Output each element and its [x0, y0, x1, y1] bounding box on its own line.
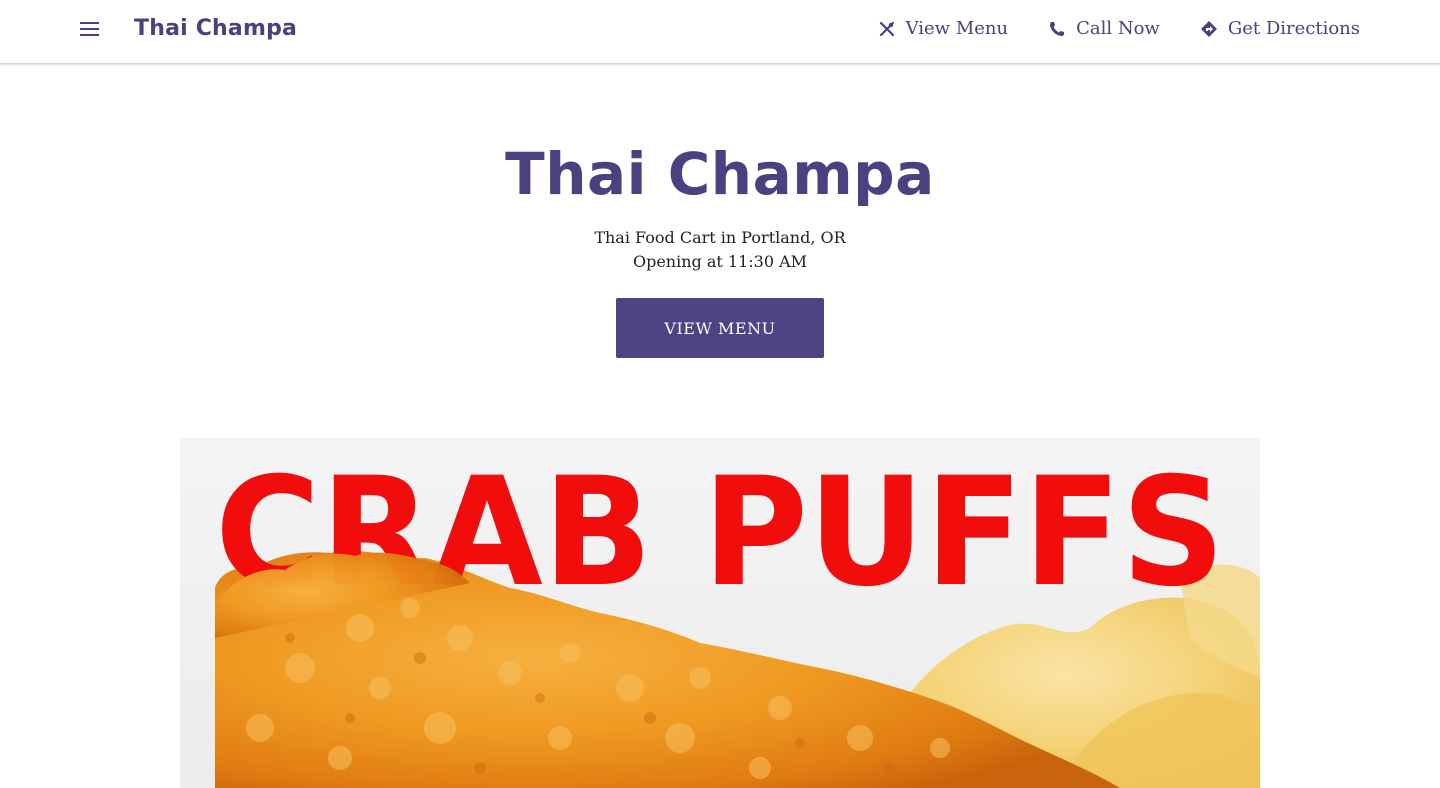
call-now-link[interactable]: Call Now [1048, 18, 1160, 39]
hero-subtitle: Thai Food Cart in Portland, OR [594, 228, 846, 247]
call-now-label: Call Now [1076, 18, 1160, 39]
view-menu-label: View Menu [905, 18, 1009, 39]
banner-illustration: CRAB PUFFS [215, 446, 1260, 788]
opening-hours: Opening at 11:30 AM [632, 252, 808, 271]
view-menu-link[interactable]: View Menu [878, 18, 1009, 39]
hamburger-menu-icon[interactable] [80, 22, 100, 40]
nav-actions: View Menu Call Now Get Directions [878, 18, 1360, 39]
hero-title: Thai Champa [505, 140, 935, 208]
crab-puffs-banner-image: CRAB PUFFS [180, 438, 1260, 788]
site-brand[interactable]: Thai Champa [134, 16, 297, 41]
utensils-icon [878, 20, 896, 38]
view-menu-button[interactable]: VIEW MENU [616, 298, 824, 358]
get-directions-link[interactable]: Get Directions [1200, 18, 1360, 39]
get-directions-label: Get Directions [1227, 18, 1360, 39]
top-nav-bar: Thai Champa View Menu Call Now Get Direc… [0, 0, 1440, 63]
directions-icon [1200, 20, 1218, 38]
phone-icon [1048, 20, 1066, 38]
